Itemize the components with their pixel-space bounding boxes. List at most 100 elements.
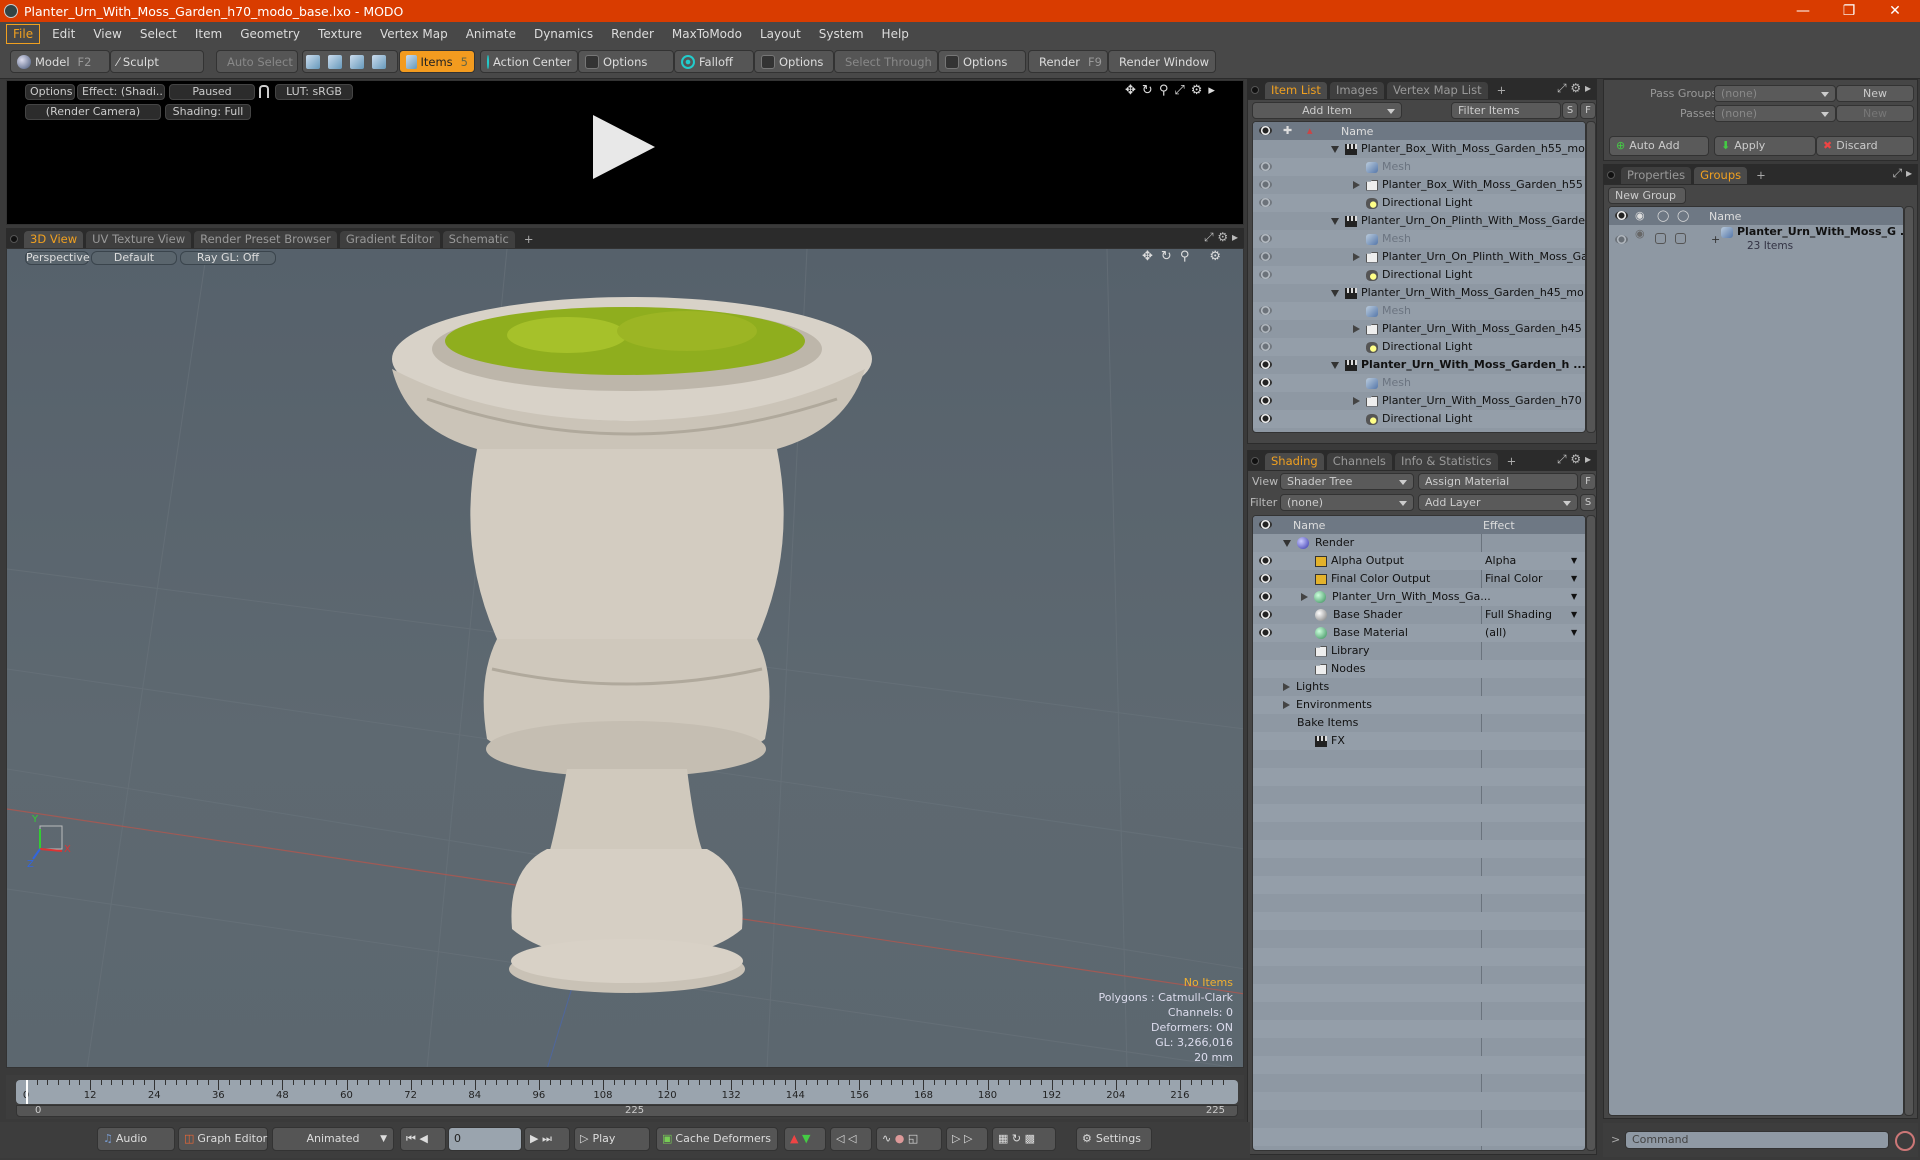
action-center-options-button[interactable]: Options — [578, 50, 674, 73]
item-row[interactable]: Planter_Urn_With_Moss_Garden_h70(2) — [1253, 392, 1585, 410]
zoom-icon[interactable]: ⚲ — [1159, 83, 1169, 98]
select-through-button[interactable]: Select Through — [834, 50, 938, 73]
step-back-icon[interactable]: ◀ — [419, 1132, 427, 1145]
item-row[interactable]: Mesh — [1253, 158, 1585, 176]
panel-dot-icon[interactable] — [1251, 457, 1259, 465]
visibility-toggle-icon[interactable] — [1259, 324, 1272, 333]
graph-editor-button[interactable]: ◫ Graph Editor — [178, 1127, 268, 1151]
item-row[interactable]: Planter_Urn_On_Plinth_With_Moss_Gar... — [1253, 248, 1585, 266]
sculpt-mode-button[interactable]: ⁄ Sculpt — [110, 50, 204, 73]
assign-material-button[interactable]: Assign Material — [1418, 473, 1578, 490]
shader-row[interactable]: FX — [1253, 732, 1585, 750]
group-row[interactable]: ◉ + Planter_Urn_With_Moss_G ... 23 Items — [1609, 225, 1903, 255]
visibility-toggle-icon[interactable] — [1259, 198, 1272, 207]
shader-row[interactable]: Nodes — [1253, 660, 1585, 678]
misc-anim-buttons[interactable]: ▦ ↻ ▩ — [992, 1127, 1056, 1151]
expand-down-icon[interactable] — [1331, 361, 1339, 369]
item-row[interactable]: Mesh — [1253, 230, 1585, 248]
tab-shading[interactable]: Shading — [1265, 453, 1324, 470]
raygl-button[interactable]: Ray GL: Off — [180, 251, 276, 265]
panel-dot-icon[interactable] — [1607, 171, 1615, 179]
loop-icon[interactable]: ↻ — [1012, 1132, 1021, 1145]
tab-groups[interactable]: Groups — [1694, 167, 1748, 184]
preview-shading-button[interactable]: Shading: Full — [165, 104, 251, 120]
item-row[interactable]: Directional Light — [1253, 266, 1585, 284]
rotate-icon[interactable]: ↻ — [1142, 83, 1153, 98]
prev-key2-icon[interactable]: ◁ — [848, 1132, 856, 1145]
menu-animate[interactable]: Animate — [460, 25, 522, 43]
effect-value[interactable]: (all) — [1485, 624, 1506, 642]
projection-button[interactable]: Perspective — [25, 251, 90, 265]
go-to-end-icon[interactable]: ⏭ — [542, 1132, 552, 1145]
lock-icon[interactable] — [259, 85, 269, 98]
play-render-icon[interactable] — [593, 115, 655, 179]
polygons-mode-icon[interactable] — [350, 54, 364, 69]
model-mode-button[interactable]: Model F2 — [10, 50, 110, 73]
visibility-toggle-icon[interactable] — [1259, 378, 1272, 387]
tab-channels[interactable]: Channels — [1326, 453, 1392, 470]
menu-file[interactable]: File — [6, 23, 41, 44]
key-down-icon[interactable]: ▼ — [802, 1132, 810, 1145]
shader-row[interactable]: Environments — [1253, 696, 1585, 714]
shader-tree-scrollbar[interactable] — [1586, 515, 1596, 1151]
menu-view[interactable]: View — [87, 25, 127, 43]
preview-paused-button[interactable]: Paused — [169, 84, 255, 100]
playhead[interactable] — [26, 1080, 28, 1104]
expand-plus-icon[interactable]: + — [1711, 231, 1720, 249]
item-row[interactable]: Planter_Urn_With_Moss_Garden_h45_mo ... — [1253, 284, 1585, 302]
item-row[interactable]: Planter_Urn_With_Moss_Garden_h ... — [1253, 356, 1585, 374]
menu-geometry[interactable]: Geometry — [234, 25, 306, 43]
expand-right-icon[interactable] — [1283, 701, 1290, 709]
shader-row[interactable]: Base Shader Full Shading ▼ — [1253, 606, 1585, 624]
menu-system[interactable]: System — [813, 25, 870, 43]
effect-value[interactable]: Full Shading — [1485, 606, 1552, 624]
key-nav-buttons[interactable]: ◁ ◁ — [830, 1127, 872, 1151]
item-row[interactable]: Directional Light — [1253, 338, 1585, 356]
preview-effect-button[interactable]: Effect: (Shadi... — [77, 84, 165, 100]
visibility-toggle-icon[interactable] — [1259, 342, 1272, 351]
panel-dot-icon[interactable] — [10, 235, 18, 243]
visibility-toggle-icon[interactable] — [1259, 252, 1272, 261]
curve-icon[interactable]: ∿ — [882, 1132, 891, 1145]
menu-dynamics[interactable]: Dynamics — [528, 25, 599, 43]
item-row[interactable]: Mesh — [1253, 374, 1585, 392]
cache-deformers-button[interactable]: ▣ Cache Deformers — [656, 1127, 778, 1151]
shader-row[interactable]: Library — [1253, 642, 1585, 660]
key-buttons[interactable]: ▲ ▼ — [784, 1127, 826, 1151]
effect-dropdown-icon[interactable]: ▼ — [1571, 570, 1577, 588]
shading-style-button[interactable]: Default — [91, 251, 177, 265]
visibility-toggle-icon[interactable] — [1615, 235, 1628, 244]
falloff-options-button[interactable]: Options — [754, 50, 834, 73]
effect-value[interactable]: Alpha — [1485, 552, 1516, 570]
item-row[interactable]: Planter_Urn_With_Moss_Garden_h45(2) — [1253, 320, 1585, 338]
shader-row[interactable]: Alpha Output Alpha ▼ — [1253, 552, 1585, 570]
minimize-button[interactable]: — — [1780, 0, 1826, 22]
tab-properties[interactable]: Properties — [1621, 167, 1692, 184]
vertices-mode-icon[interactable] — [306, 54, 320, 69]
tab-render-preset-browser[interactable]: Render Preset Browser — [194, 231, 337, 248]
ghost-icon[interactable]: ▦ — [998, 1132, 1008, 1145]
menu-layout[interactable]: Layout — [754, 25, 807, 43]
visibility-toggle-icon[interactable] — [1259, 396, 1272, 405]
3d-viewport[interactable]: Perspective Default Ray GL: Off ✥ ↻ ⚲ ⚙ … — [6, 248, 1244, 1068]
visibility-toggle-icon[interactable] — [1259, 162, 1272, 171]
render-window-button[interactable]: Render Window — [1108, 50, 1216, 73]
search-s-button[interactable]: S — [1562, 102, 1578, 119]
expand-right-icon[interactable] — [1353, 181, 1360, 189]
auto-add-button[interactable]: ⊕ Auto Add — [1609, 136, 1709, 156]
step-forward-icon[interactable]: ▶ — [530, 1132, 538, 1145]
item-row[interactable]: Planter_Urn_On_Plinth_With_Moss_Garde... — [1253, 212, 1585, 230]
visibility-toggle-icon[interactable] — [1259, 574, 1272, 583]
effect-dropdown-icon[interactable]: ▼ — [1571, 552, 1577, 570]
add-tab-button[interactable]: + — [1750, 167, 1772, 184]
item-row[interactable]: Mesh — [1253, 302, 1585, 320]
tab-images[interactable]: Images — [1329, 82, 1384, 99]
command-input[interactable]: Command — [1625, 1131, 1889, 1149]
last-key-icon[interactable]: ▷ — [964, 1132, 972, 1145]
record-icon[interactable]: ● — [895, 1132, 905, 1145]
item-list-scrollbar[interactable] — [1586, 121, 1596, 433]
render-button[interactable]: Render F9 — [1028, 50, 1108, 73]
preview-lut-button[interactable]: LUT: sRGB — [275, 84, 353, 100]
select-toggle[interactable] — [1675, 233, 1686, 244]
expand-right-icon[interactable] — [1353, 253, 1360, 261]
